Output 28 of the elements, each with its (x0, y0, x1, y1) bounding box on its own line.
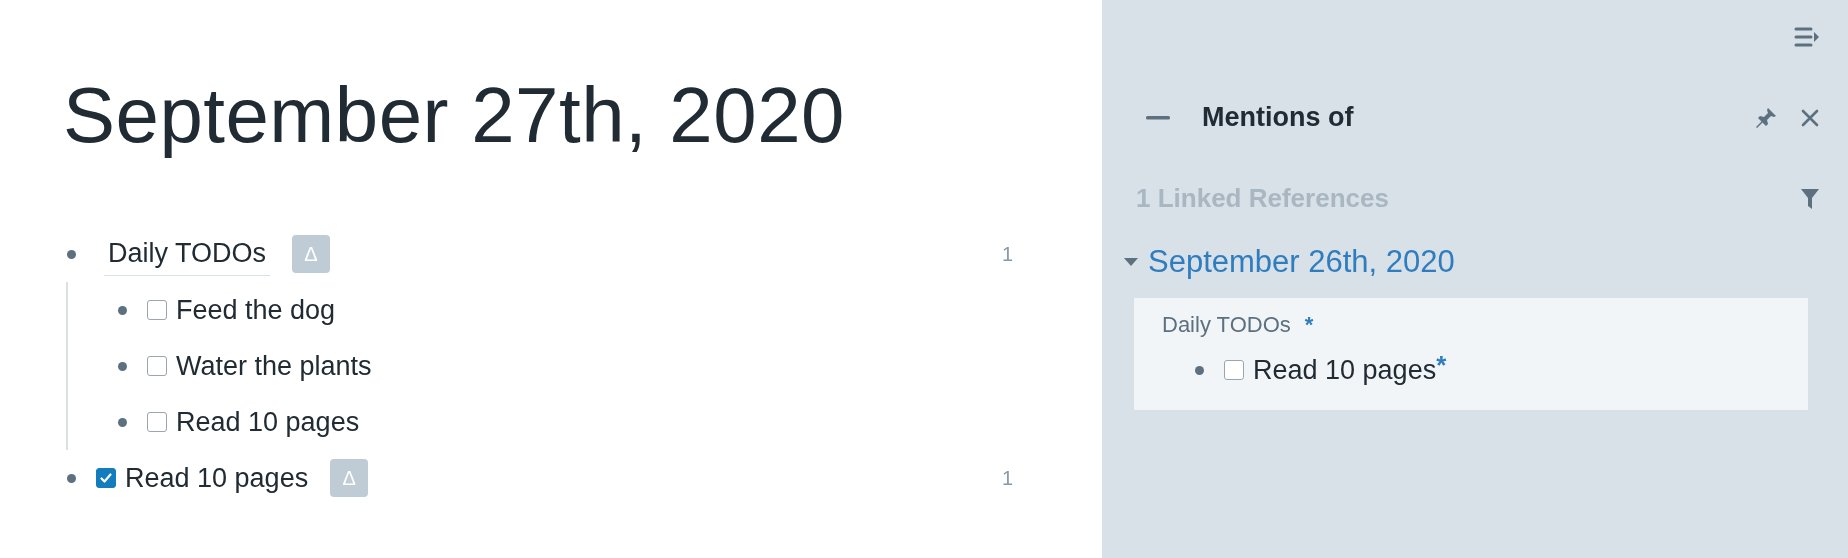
block-text[interactable]: Water the plants (176, 350, 372, 382)
reference-marker: * (1304, 312, 1314, 338)
bullet-icon[interactable] (118, 361, 127, 371)
bullet-icon[interactable] (67, 473, 76, 483)
reference-marker: * (1436, 350, 1447, 381)
block-text[interactable]: Read 10 pages (176, 406, 360, 438)
block-text[interactable]: Read 10 pages (125, 462, 309, 494)
checkbox[interactable] (1224, 360, 1244, 380)
checkbox[interactable] (147, 356, 167, 376)
collapse-icon[interactable] (1146, 115, 1170, 120)
menu-icon[interactable] (1794, 26, 1820, 48)
bullet-icon[interactable] (1195, 365, 1204, 375)
checkbox[interactable] (147, 300, 167, 320)
block-text[interactable]: Daily TODOs (104, 238, 271, 276)
close-icon[interactable] (1800, 107, 1820, 128)
bullet-icon[interactable] (118, 417, 127, 427)
block-text[interactable]: Read 10 pages (1253, 354, 1437, 386)
filter-icon[interactable] (1800, 187, 1820, 210)
caret-icon[interactable] (1124, 257, 1138, 267)
checkbox[interactable] (96, 468, 116, 488)
pin-icon[interactable] (1754, 105, 1778, 130)
bullet-icon[interactable] (67, 249, 76, 259)
block-text[interactable]: Feed the dog (176, 294, 336, 326)
bullet-icon[interactable] (118, 305, 127, 315)
check-icon (98, 470, 114, 486)
breadcrumb[interactable]: Daily TODOs (1162, 312, 1291, 338)
sidebar-title: Mentions of (1202, 102, 1354, 133)
checkbox[interactable] (147, 412, 167, 432)
